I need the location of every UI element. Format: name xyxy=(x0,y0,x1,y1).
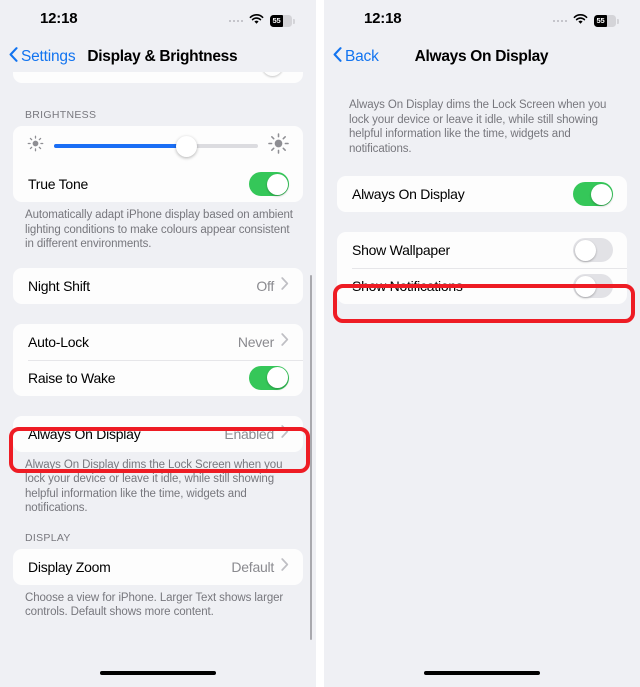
settings-scroll-content: BRIGHTNESS True Tone Automatically adapt… xyxy=(0,72,316,620)
auto-lock-label: Auto-Lock xyxy=(28,333,89,350)
page-title: Always On Display xyxy=(414,48,549,65)
always-on-display-label: Always On Display xyxy=(28,425,141,442)
chevron-left-icon xyxy=(9,47,18,67)
navigation-bar: Settings Display & Brightness xyxy=(0,42,316,72)
battery-percent: 55 xyxy=(272,16,281,25)
screen-divider xyxy=(316,0,320,687)
back-button-label: Back xyxy=(344,48,379,65)
back-button-label: Settings xyxy=(21,48,76,65)
night-shift-label: Night Shift xyxy=(28,277,90,294)
status-bar: 12:18 55 xyxy=(324,0,640,42)
right-phone-screen: 12:18 55 Back Always On Display Always O… xyxy=(323,0,640,687)
true-tone-toggle[interactable] xyxy=(249,172,290,196)
row-always-on-display[interactable]: Always On Display xyxy=(337,176,627,212)
always-on-display-settings-content: Always On Display dims the Lock Screen w… xyxy=(324,72,640,304)
auto-lock-value: Never xyxy=(237,333,275,350)
raise-to-wake-toggle[interactable] xyxy=(249,365,290,390)
brightness-card: True Tone xyxy=(13,126,304,202)
battery-icon: 55 xyxy=(270,15,295,27)
wifi-icon xyxy=(249,12,264,30)
raise-to-wake-label: Raise to Wake xyxy=(28,369,116,386)
night-shift-card: Night Shift Off xyxy=(13,267,304,304)
home-indicator xyxy=(100,670,216,675)
always-on-display-footnote: Always On Display dims the Lock Screen w… xyxy=(25,458,283,515)
row-always-on-display[interactable]: Always On Display Enabled xyxy=(13,416,303,452)
true-tone-label: True Tone xyxy=(28,176,89,192)
brightness-slider-fill xyxy=(54,144,187,148)
chevron-left-icon xyxy=(333,47,342,67)
brightness-high-icon xyxy=(268,133,289,159)
chevron-right-icon xyxy=(281,557,289,576)
row-true-tone[interactable]: True Tone xyxy=(13,166,303,202)
row-raise-to-wake[interactable]: Raise to Wake xyxy=(13,359,304,396)
left-phone-screen: 12:18 55 Settings Display & Brightness B… xyxy=(0,0,317,687)
intro-footnote: Always On Display dims the Lock Screen w… xyxy=(348,99,607,155)
back-button[interactable]: Back xyxy=(333,47,379,67)
status-time: 12:18 xyxy=(363,10,402,27)
brightness-slider-track[interactable] xyxy=(54,135,259,157)
partial-row-above xyxy=(13,72,304,83)
display-zoom-card: Display Zoom Default xyxy=(13,548,304,585)
status-time: 12:18 xyxy=(40,10,78,27)
display-group-header: DISPLAY xyxy=(25,531,71,544)
row-show-notifications[interactable]: Show Notifications xyxy=(337,268,627,304)
always-on-display-value: Enabled xyxy=(224,425,275,442)
row-night-shift[interactable]: Night Shift Off xyxy=(13,268,303,304)
always-on-display-toggle-card: Always On Display xyxy=(336,176,627,212)
display-zoom-footnote: Choose a view for iPhone. Larger Text sh… xyxy=(25,591,284,619)
chevron-right-icon xyxy=(281,276,289,295)
chevron-right-icon xyxy=(281,424,289,443)
status-indicators: 55 xyxy=(228,12,295,30)
row-auto-lock[interactable]: Auto-Lock Never xyxy=(13,324,303,360)
chevron-right-icon xyxy=(281,332,289,351)
status-bar: 12:18 55 xyxy=(0,0,316,42)
signal-dots-icon xyxy=(228,19,244,23)
dual-screenshot-container: 12:18 55 Settings Display & Brightness B… xyxy=(0,0,640,687)
vertical-scrollbar[interactable] xyxy=(309,275,313,640)
always-on-display-card: Always On Display Enabled xyxy=(13,415,304,452)
always-on-display-label: Always On Display xyxy=(351,186,465,202)
row-display-zoom[interactable]: Display Zoom Default xyxy=(13,549,303,585)
display-options-card: Show Wallpaper Show Notifications xyxy=(336,232,627,304)
always-on-display-toggle[interactable] xyxy=(573,182,613,206)
auto-lock-card: Auto-Lock Never Raise to Wake xyxy=(13,323,304,396)
display-zoom-label: Display Zoom xyxy=(28,558,111,575)
row-show-wallpaper[interactable]: Show Wallpaper xyxy=(337,232,627,268)
status-indicators: 55 xyxy=(552,12,619,30)
signal-dots-icon xyxy=(552,19,567,23)
home-indicator xyxy=(423,670,540,675)
brightness-group-header: BRIGHTNESS xyxy=(25,109,97,121)
show-notifications-label: Show Notifications xyxy=(351,278,463,294)
brightness-slider-row[interactable] xyxy=(13,126,303,166)
show-wallpaper-toggle[interactable] xyxy=(573,238,613,262)
brightness-slider-thumb[interactable] xyxy=(176,135,198,157)
show-wallpaper-label: Show Wallpaper xyxy=(351,242,450,258)
partial-toggle-knob xyxy=(262,72,284,76)
back-button-settings[interactable]: Settings xyxy=(9,47,76,67)
battery-percent: 55 xyxy=(596,16,605,25)
display-zoom-value: Default xyxy=(231,558,275,575)
navigation-bar: Back Always On Display xyxy=(324,42,640,72)
wifi-icon xyxy=(573,12,588,30)
page-title: Display & Brightness xyxy=(87,48,238,65)
show-notifications-toggle[interactable] xyxy=(573,274,613,298)
brightness-footnote: Automatically adapt iPhone display based… xyxy=(25,209,293,250)
battery-icon: 55 xyxy=(594,15,619,27)
night-shift-value: Off xyxy=(256,277,275,294)
brightness-low-icon xyxy=(27,135,44,157)
